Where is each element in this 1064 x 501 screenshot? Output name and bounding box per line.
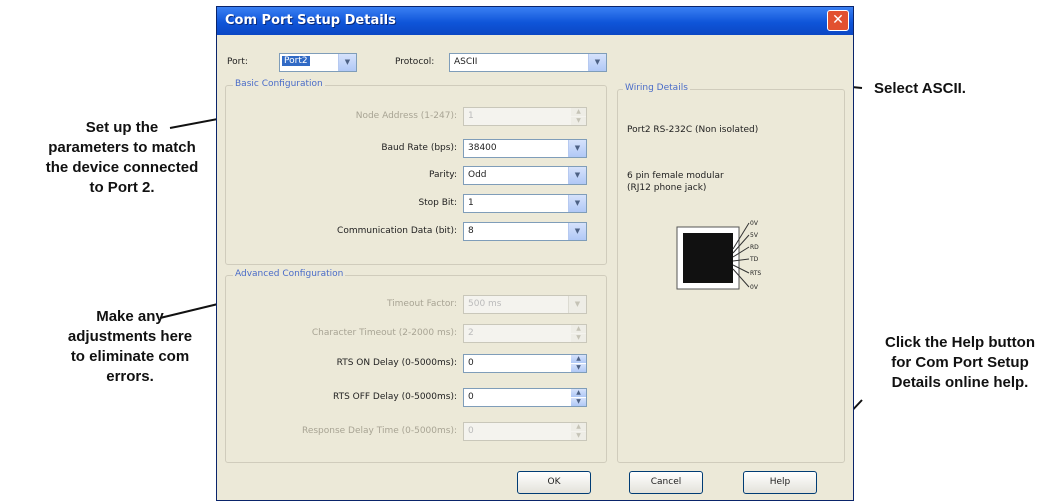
chevron-down-icon: ▼	[568, 195, 586, 212]
port-label: Port:	[227, 57, 248, 67]
spin-up-icon[interactable]: ▲	[571, 108, 586, 116]
wiring-port-text: Port2 RS-232C (Non isolated)	[627, 125, 759, 135]
spin-up-icon[interactable]: ▲	[571, 423, 586, 431]
spin-down-icon[interactable]: ▼	[571, 398, 586, 406]
title-bar[interactable]: Com Port Setup Details ✕	[217, 7, 853, 35]
rts-off-delay-label: RTS OFF Delay (0-5000ms):	[332, 392, 457, 402]
parity-label: Parity:	[429, 170, 457, 180]
rts-on-delay-label: RTS ON Delay (0-5000ms):	[336, 358, 457, 368]
dialog-title: Com Port Setup Details	[225, 13, 396, 28]
port-value: Port2	[282, 56, 310, 66]
spin-up-icon[interactable]: ▲	[571, 389, 586, 397]
timeout-factor-select[interactable]: 500 ms ▼	[463, 295, 587, 314]
wiring-jack-text: (RJ12 phone jack)	[627, 183, 707, 193]
pin-label: TD	[749, 256, 759, 263]
protocol-value: ASCII	[454, 57, 478, 67]
annotation-line: parameters to match	[48, 139, 196, 156]
rts-off-delay-value: 0	[468, 392, 474, 402]
close-icon: ✕	[832, 12, 844, 28]
annotation-line: Make any	[96, 308, 164, 325]
rts-on-delay-value: 0	[468, 358, 474, 368]
annotation-select-ascii: Select ASCII.	[874, 80, 966, 97]
annotation-line: Set up the	[85, 119, 159, 136]
close-button[interactable]: ✕	[827, 10, 849, 31]
chevron-down-icon: ▼	[588, 54, 606, 71]
annotation-line: for Com Port Setup	[891, 354, 1029, 371]
chevron-down-icon: ▼	[568, 140, 586, 157]
cancel-button-label: Cancel	[650, 477, 682, 487]
com-port-setup-dialog: Com Port Setup Details ✕ Port: Port2 ▼ P…	[216, 6, 854, 501]
spin-down-icon[interactable]: ▼	[571, 364, 586, 372]
annotation-setup-params: Set up the parameters to match the devic…	[24, 118, 220, 198]
baud-rate-value: 38400	[468, 143, 497, 153]
rj12-jack-diagram: 0V 5V RD TD RTS 0V	[676, 220, 761, 291]
chevron-down-icon: ▼	[568, 167, 586, 184]
pin-label: RTS	[750, 270, 761, 277]
stop-bit-value: 1	[468, 198, 474, 208]
wiring-connector-text: 6 pin female modular	[627, 171, 724, 181]
baud-rate-select[interactable]: 38400 ▼	[463, 139, 587, 158]
parity-value: Odd	[468, 170, 487, 180]
protocol-label: Protocol:	[395, 57, 435, 67]
pin-label: 0V	[750, 284, 759, 291]
chevron-down-icon: ▼	[338, 54, 356, 71]
timeout-factor-label: Timeout Factor:	[386, 299, 457, 309]
annotation-line: adjustments here	[67, 328, 193, 345]
port-select[interactable]: Port2 ▼	[279, 53, 357, 72]
spin-down-icon[interactable]: ▼	[571, 432, 586, 440]
advanced-config-title: Advanced Configuration	[233, 269, 346, 279]
char-timeout-label: Character Timeout (2-2000 ms):	[311, 328, 457, 338]
basic-config-title: Basic Configuration	[233, 79, 325, 89]
help-button-label: Help	[769, 477, 791, 487]
wiring-details-title: Wiring Details	[623, 83, 690, 93]
protocol-select[interactable]: ASCII ▼	[449, 53, 607, 72]
annotation-adjustments: Make any adjustments here to eliminate c…	[50, 307, 210, 387]
annotation-line: the device connected	[45, 159, 199, 176]
spin-up-icon[interactable]: ▲	[571, 325, 586, 333]
pin-label: 5V	[750, 232, 759, 239]
rts-on-delay-spinner[interactable]: 0 ▲ ▼	[463, 354, 587, 373]
spin-down-icon[interactable]: ▼	[571, 334, 586, 342]
node-address-label: Node Address (1-247):	[355, 111, 457, 121]
node-address-value: 1	[468, 111, 474, 121]
char-timeout-spinner[interactable]: 2 ▲ ▼	[463, 324, 587, 343]
ok-button[interactable]: OK	[517, 471, 591, 494]
annotation-line: Click the Help button	[885, 334, 1035, 351]
comm-data-select[interactable]: 8 ▼	[463, 222, 587, 241]
char-timeout-value: 2	[468, 328, 474, 338]
jack-body	[683, 233, 733, 283]
annotation-line: Details online help.	[891, 374, 1029, 391]
cancel-button[interactable]: Cancel	[629, 471, 703, 494]
chevron-down-icon: ▼	[568, 296, 586, 313]
baud-rate-label: Baud Rate (bps):	[381, 143, 457, 153]
timeout-factor-value: 500 ms	[468, 299, 502, 309]
ok-button-label: OK	[547, 477, 561, 487]
response-delay-spinner[interactable]: 0 ▲ ▼	[463, 422, 587, 441]
rts-off-delay-spinner[interactable]: 0 ▲ ▼	[463, 388, 587, 407]
spin-up-icon[interactable]: ▲	[571, 355, 586, 363]
annotation-line: errors.	[106, 368, 154, 385]
annotation-help: Click the Help button for Com Port Setup…	[860, 333, 1060, 393]
node-address-spinner[interactable]: 1 ▲ ▼	[463, 107, 587, 126]
comm-data-label: Communication Data (bit):	[337, 226, 457, 236]
annotation-line: to Port 2.	[89, 179, 155, 196]
spin-down-icon[interactable]: ▼	[571, 117, 586, 125]
pin-label: 0V	[750, 220, 759, 227]
response-delay-label: Response Delay Time (0-5000ms):	[301, 426, 457, 436]
pin-label: RD	[750, 244, 759, 251]
response-delay-value: 0	[468, 426, 474, 436]
comm-data-value: 8	[468, 226, 474, 236]
stop-bit-label: Stop Bit:	[418, 198, 457, 208]
parity-select[interactable]: Odd ▼	[463, 166, 587, 185]
annotation-line: to eliminate com	[70, 348, 190, 365]
stop-bit-select[interactable]: 1 ▼	[463, 194, 587, 213]
chevron-down-icon: ▼	[568, 223, 586, 240]
help-button[interactable]: Help	[743, 471, 817, 494]
